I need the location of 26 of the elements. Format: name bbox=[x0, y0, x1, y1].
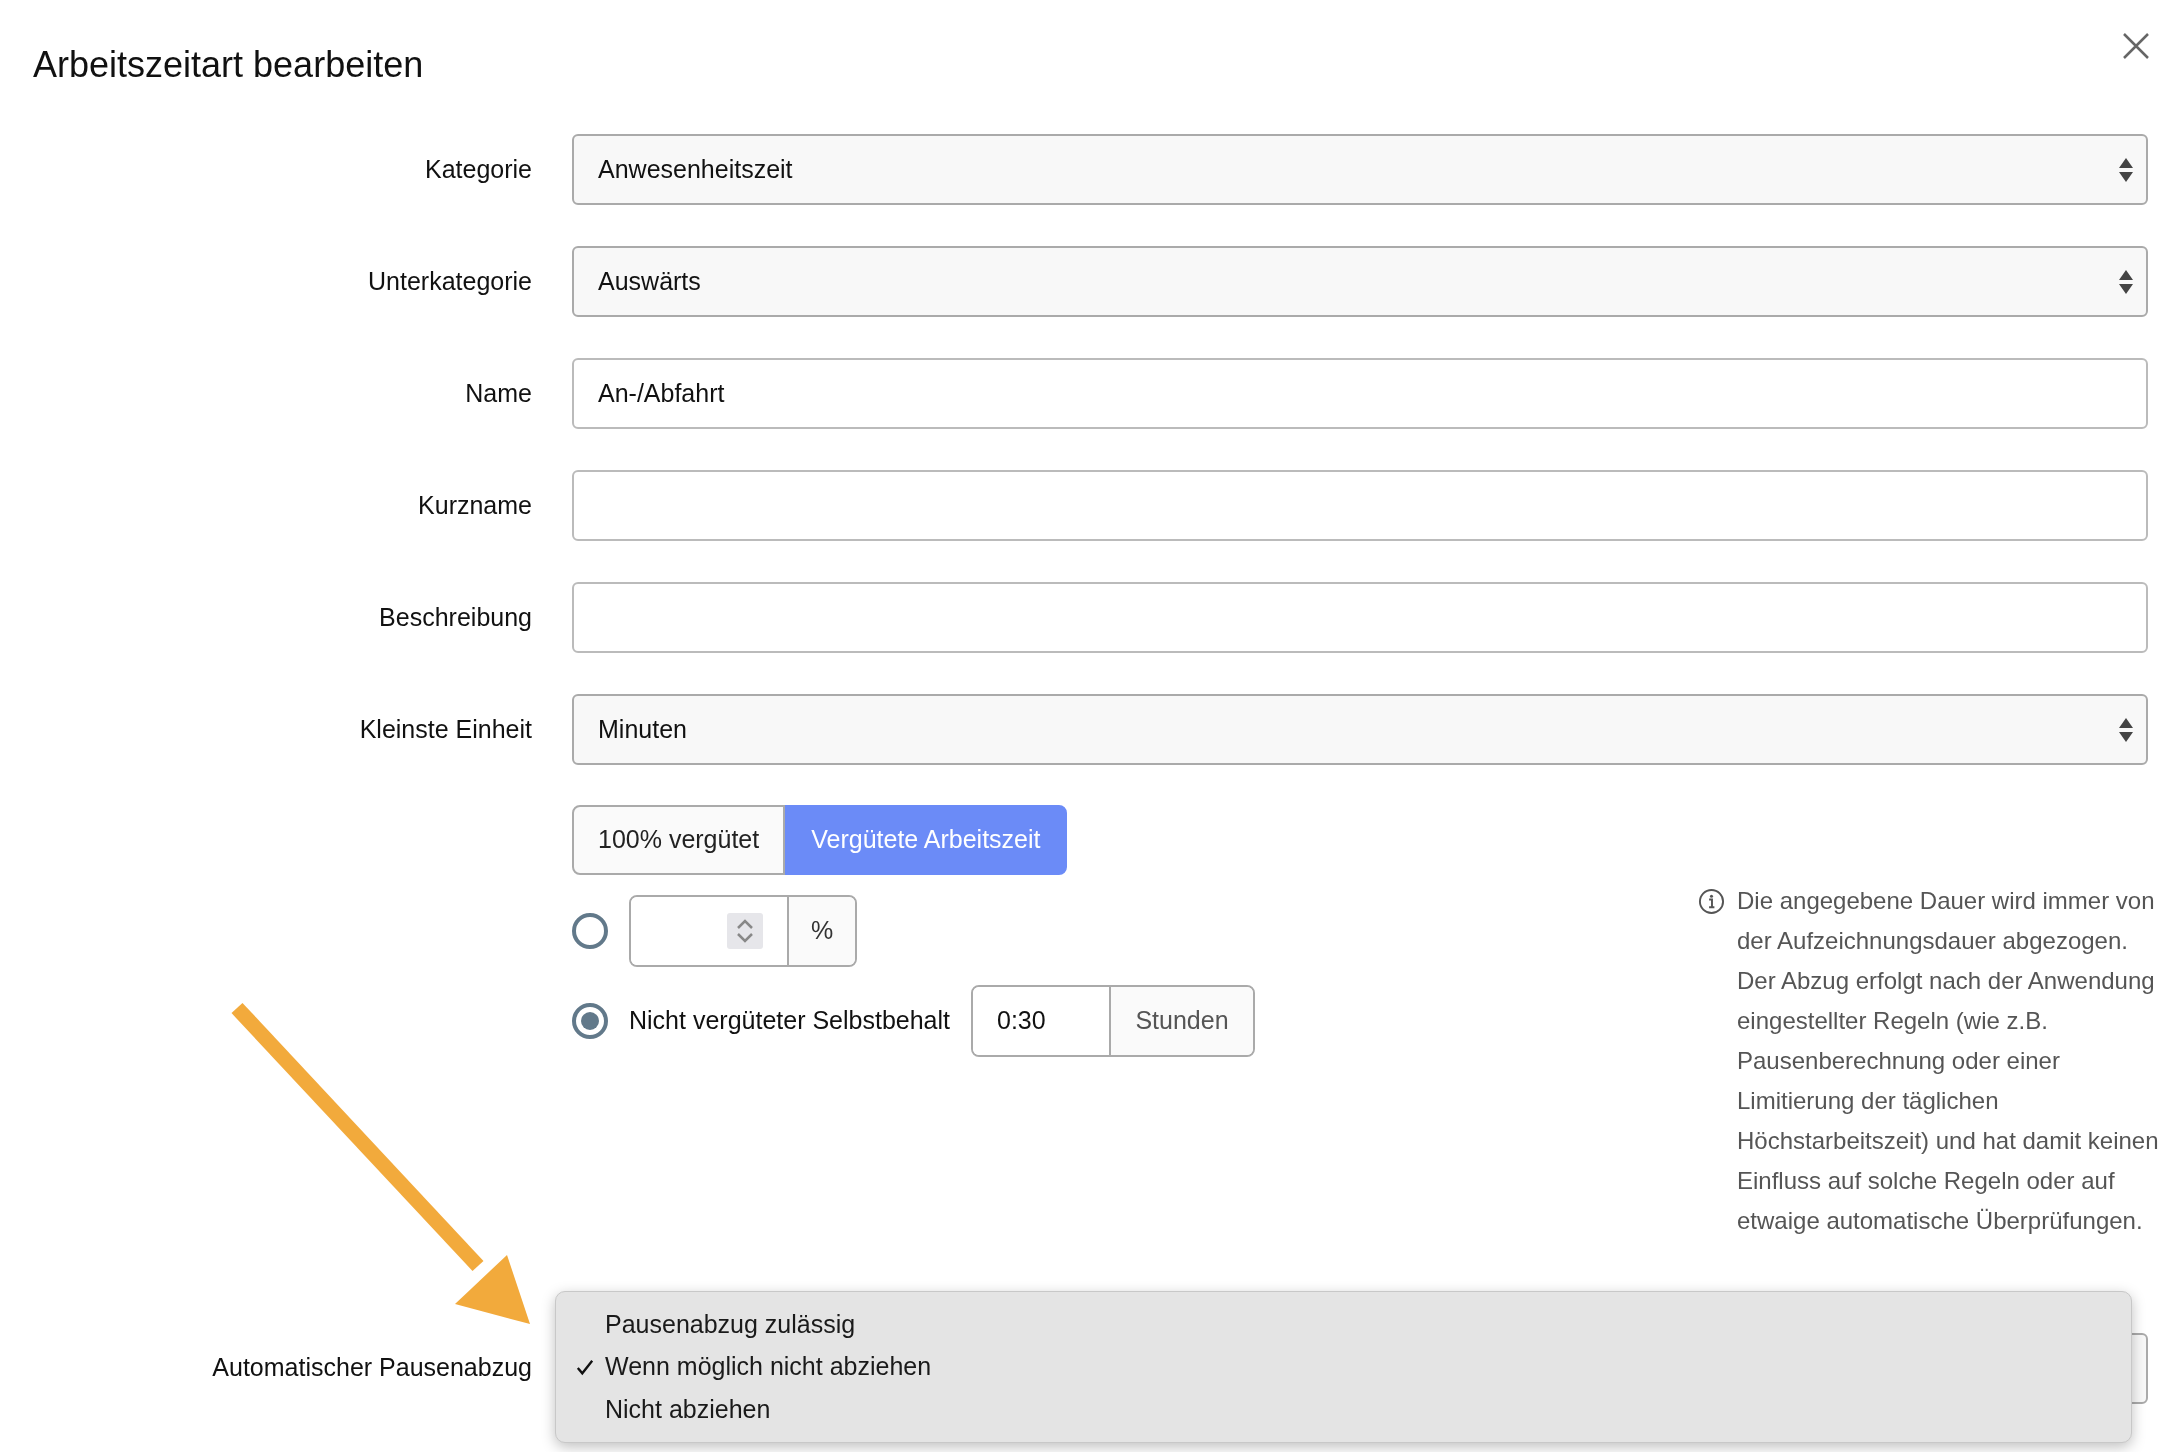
field-label: Beschreibung bbox=[378, 601, 532, 633]
input-field[interactable]: An-/Abfahrt bbox=[572, 358, 2148, 429]
radio-button[interactable] bbox=[572, 1003, 608, 1039]
select-field[interactable]: Minuten bbox=[572, 694, 2148, 765]
menu-item[interactable]: Wenn möglich nicht abziehen bbox=[556, 1345, 2131, 1389]
dialog-title: Arbeitszeitart bearbeiten bbox=[33, 43, 424, 87]
info-icon bbox=[1698, 888, 1725, 915]
input-field[interactable] bbox=[572, 470, 2148, 541]
field-label: Name bbox=[464, 377, 532, 409]
select-field[interactable]: Anwesenheitszeit bbox=[572, 134, 2148, 205]
input-field[interactable] bbox=[572, 582, 2148, 653]
option-label: Nicht vergüteter Selbstbehalt bbox=[629, 1005, 950, 1037]
toggle-tab[interactable]: 100% vergütet bbox=[572, 805, 786, 875]
help-text: Die angegebene Dauer wird immer von der Aufzeichnungsdauer abgezogen. Der Abzug erfolgt nach der Anwendung eingestellter Regeln (wie z.B. Pausenberechnung oder einer Limitierung der täglichen Höchstarbeitszeit) und hat damit keinen Einfluss auf solche Regeln oder auf etwaige automatische Überprüfungen. bbox=[1737, 886, 2160, 1236]
dropdown-arrows-icon bbox=[2118, 156, 2134, 183]
field-label: Automatischer Pausenabzug bbox=[211, 1352, 532, 1384]
select-field[interactable]: Auswärts bbox=[572, 246, 2148, 317]
dropdown-arrows-icon bbox=[2118, 716, 2134, 743]
field-label: Kurzname bbox=[417, 489, 532, 521]
field-label: Unterkategorie bbox=[367, 265, 532, 297]
menu-item[interactable]: Nicht abziehen bbox=[556, 1388, 2131, 1431]
field-label: Kleinste Einheit bbox=[358, 713, 532, 745]
menu-item[interactable]: Pausenabzug zulässig bbox=[556, 1303, 2131, 1346]
dropdown-arrows-icon bbox=[2118, 268, 2134, 295]
field-label: Kategorie bbox=[423, 153, 532, 185]
radio-button[interactable] bbox=[572, 913, 608, 949]
